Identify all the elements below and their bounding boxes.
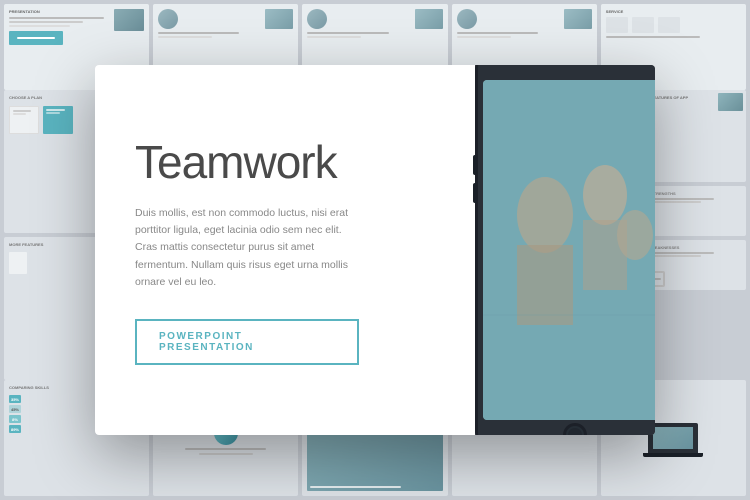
card-phone-area xyxy=(395,65,655,435)
bg-slide-strengths: STRENGTHS xyxy=(646,186,746,236)
bg-slide-features-app: FEATURES OF APP xyxy=(646,90,746,182)
card-body-text: Duis mollis, est non commodo luctus, nis… xyxy=(135,205,355,292)
phone-svg xyxy=(465,65,655,435)
phone-mockup xyxy=(465,65,655,435)
cta-button[interactable]: POWERPOINT PRESENTATION xyxy=(135,319,359,365)
bg-slide-weaknesses: WEAKNESSES xyxy=(646,240,746,290)
card-content-left: Teamwork Duis mollis, est non commodo lu… xyxy=(95,65,395,435)
main-card: Teamwork Duis mollis, est non commodo lu… xyxy=(95,65,655,435)
card-title: Teamwork xyxy=(135,139,359,185)
